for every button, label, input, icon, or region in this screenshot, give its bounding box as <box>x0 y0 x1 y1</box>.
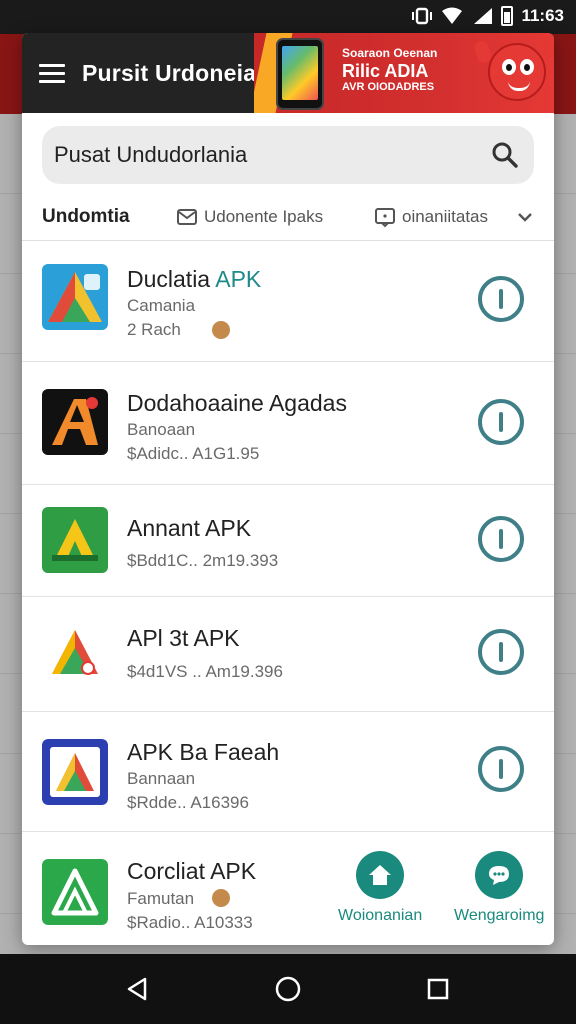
vibrate-icon <box>412 7 433 25</box>
search-input[interactable] <box>54 142 490 168</box>
status-dot <box>212 889 230 907</box>
app-meta: $Radio.. A10333 <box>127 913 253 932</box>
filter-chip-label: Udonente Ipaks <box>204 206 324 226</box>
chat-action-label: Wengaroimg <box>454 907 545 924</box>
list-item[interactable]: Duclatia APK Camania 2 Rach <box>22 241 554 362</box>
app-name: Duclatia APK <box>127 266 262 292</box>
hamburger-menu-button[interactable] <box>22 33 82 113</box>
status-bar: 11:63 <box>0 0 576 34</box>
message-icon <box>375 207 395 227</box>
promo-line-1: Soaraon Oeenan <box>342 46 438 60</box>
mail-icon <box>177 208 197 225</box>
app-name: Annant APK <box>127 515 252 541</box>
chat-action-button[interactable]: Wengaroimg <box>454 851 544 925</box>
filter-chip-notifications[interactable]: oinaniitatas <box>374 206 510 228</box>
clock: 11:63 <box>521 6 564 25</box>
app-name: Dodahoaaine Agadas <box>127 390 347 416</box>
app-icon <box>42 264 108 330</box>
filter-row: Undomtia Udonente Ipaks oinaniitatas <box>22 193 554 241</box>
app-meta: $Adidc.. A1G1.95 <box>127 444 260 463</box>
promo-banner[interactable]: Soaraon Oeenan Rilic ADIA AVR OIODADRES <box>254 33 554 113</box>
app-icon <box>42 620 108 686</box>
list-item[interactable]: Annant APK $Bdd1C.. 2m19.393 <box>22 485 554 597</box>
category-filter[interactable]: Undomtia <box>42 206 176 228</box>
app-meta: $4d1VS .. Am19.396 <box>127 662 283 681</box>
app-store-dialog: Pursit Urdoneia Soaraon Oeenan Rilic ADI… <box>22 33 554 945</box>
promo-line-3: AVR OIODADRES <box>342 81 435 94</box>
app-name: APl 3t APK <box>127 625 240 651</box>
chevron-down-icon[interactable] <box>516 208 534 226</box>
list-item[interactable]: Corcliat APK Famutan $Radio.. A10333 Woi… <box>22 832 554 942</box>
home-icon <box>369 865 392 885</box>
battery-icon <box>501 6 514 26</box>
back-icon[interactable] <box>123 974 153 1004</box>
app-meta: 2 Rach <box>127 320 181 339</box>
app-subtitle: Banoaan <box>127 420 196 439</box>
filter-chip-label: oinaniitatas <box>402 206 489 226</box>
home-nav-icon[interactable] <box>273 974 303 1004</box>
filter-chip-updates[interactable]: Udonente Ipaks <box>176 206 374 228</box>
header-banner: Pursit Urdoneia Soaraon Oeenan Rilic ADI… <box>22 33 554 113</box>
install-button[interactable] <box>478 629 524 675</box>
chat-icon <box>489 866 510 885</box>
app-meta: $Rdde.. A16396 <box>127 793 249 812</box>
install-button[interactable] <box>478 516 524 562</box>
app-subtitle: Famutan <box>127 889 195 908</box>
status-dot <box>212 321 230 339</box>
app-name: Corcliat APK <box>127 858 257 884</box>
list-item[interactable]: APK Ba Faeah Bannaan $Rdde.. A16396 <box>22 712 554 832</box>
list-item[interactable]: APl 3t APK $4d1VS .. Am19.396 <box>22 597 554 712</box>
list-item[interactable]: Dodahoaaine Agadas Banoaan $Adidc.. A1G1… <box>22 362 554 485</box>
app-subtitle: Camania <box>127 296 196 315</box>
navigation-bar <box>0 954 576 1024</box>
search-icon[interactable] <box>490 140 520 170</box>
mascot-illustration <box>472 39 546 101</box>
app-list: Duclatia APK Camania 2 Rach Dodahoaaine … <box>22 241 554 942</box>
cell-signal-icon <box>474 8 493 24</box>
wifi-icon <box>442 7 463 24</box>
install-button[interactable] <box>478 399 524 445</box>
app-meta: $Bdd1C.. 2m19.393 <box>127 551 279 570</box>
promo-line-2: Rilic ADIA <box>342 60 429 81</box>
recents-icon[interactable] <box>423 974 453 1004</box>
app-icon <box>42 739 108 805</box>
app-icon <box>42 507 108 573</box>
search-bar <box>42 126 534 184</box>
install-button[interactable] <box>478 276 524 322</box>
phone-illustration <box>276 38 324 110</box>
home-action-label: Woionanian <box>338 907 423 924</box>
app-name: APK Ba Faeah <box>127 739 280 765</box>
app-icon <box>42 389 108 455</box>
home-action-button[interactable]: Woionanian <box>338 851 422 925</box>
app-icon <box>42 859 108 925</box>
app-subtitle: Bannaan <box>127 769 196 788</box>
app-title: Pursit Urdoneia <box>82 59 257 86</box>
install-button[interactable] <box>478 746 524 792</box>
